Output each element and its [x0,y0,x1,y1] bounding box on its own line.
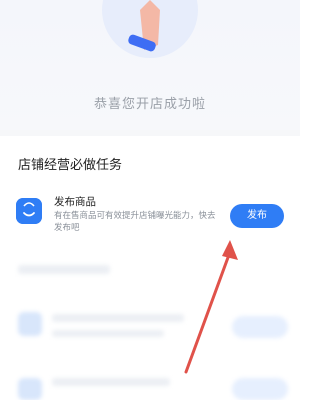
blurred-task-title [52,378,170,386]
task-title: 发布商品 [54,196,96,208]
blurred-task-icon [18,378,42,400]
publish-button[interactable]: 发布 [230,204,284,228]
blurred-task-desc [52,330,164,337]
blurred-section-heading [18,265,110,274]
blurred-task-list [0,250,300,400]
shopping-bag-icon [16,198,42,224]
task-description: 有在售商品可有效提升店铺曝光能力，快去发布吧 [54,211,216,233]
blurred-task-title [52,314,184,322]
blurred-task-icon [18,312,42,336]
blurred-task-button [232,378,288,400]
blurred-task-button [232,316,288,338]
top-banner: 恭喜您开店成功啦 [0,0,300,130]
section-divider [0,130,300,136]
thumbs-up-illustration [102,0,198,58]
congrats-text: 恭喜您开店成功啦 [93,97,206,112]
task-item-publish-product: 发布商品 有在售商品可有效提升店铺曝光能力，快去发布吧 发布 [14,192,286,242]
section-title: 店铺经营必做任务 [18,158,123,173]
